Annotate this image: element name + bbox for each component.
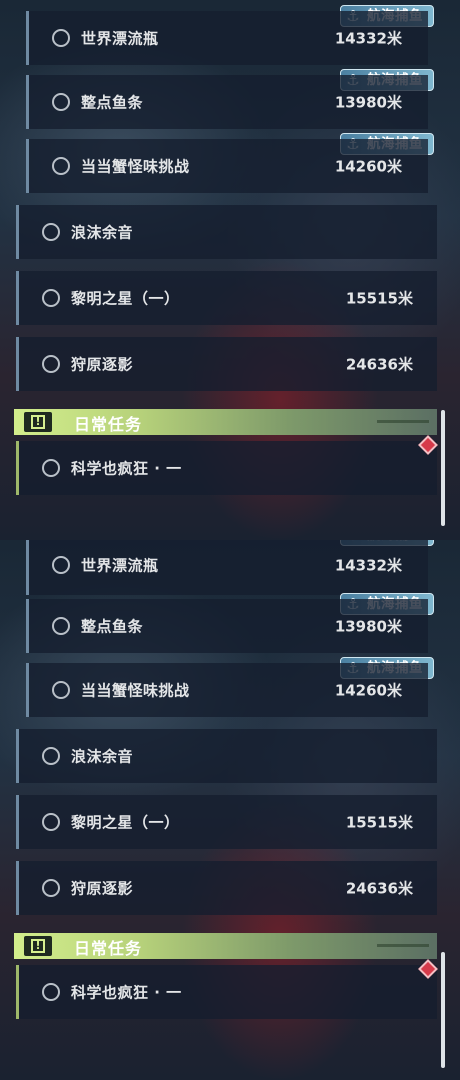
quest-row-crazy-science[interactable]: 科学也疯狂 · 一 <box>16 965 437 1019</box>
quest-row-crab-challenge[interactable]: 当当蟹怪味挑战 14260米 <box>26 663 428 717</box>
quest-name: 整点鱼条 <box>81 93 144 112</box>
quest-row-hourly-fish[interactable]: 整点鱼条 13980米 <box>26 599 428 653</box>
quest-distance: 14260米 <box>334 157 402 176</box>
quest-status-circle-icon <box>52 93 70 111</box>
quest-status-circle-icon <box>52 29 70 47</box>
quest-row-hunting-shadow[interactable]: 狩原逐影 24636米 <box>16 861 437 915</box>
quest-name: 世界漂流瓶 <box>81 556 159 575</box>
quest-name: 浪沫余音 <box>71 747 134 766</box>
daily-tasks-header[interactable]: ! 日常任务 <box>14 933 437 959</box>
quest-name: 狩原逐影 <box>71 879 134 898</box>
quest-status-circle-icon <box>42 813 60 831</box>
quest-name: 黎明之星（一） <box>71 813 180 832</box>
quest-list-panel: ⚓ 航海捕鱼 世界漂流瓶 14332米 ⚓ 航海捕鱼 整点鱼条 13980米 ⚓… <box>0 0 460 540</box>
quest-distance: 15515米 <box>345 289 413 308</box>
quest-status-circle-icon <box>42 459 60 477</box>
quest-status-circle-icon <box>42 747 60 765</box>
quest-status-circle-icon <box>52 157 70 175</box>
quest-distance: 24636米 <box>345 879 413 898</box>
quest-status-circle-icon <box>42 355 60 373</box>
quest-name: 整点鱼条 <box>81 617 144 636</box>
quest-distance: 15515米 <box>345 813 413 832</box>
daily-tasks-title: 日常任务 <box>74 415 143 434</box>
quest-status-circle-icon <box>52 617 70 635</box>
quest-row-foam-echo[interactable]: 浪沫余音 <box>16 205 437 259</box>
quest-status-circle-icon <box>42 223 60 241</box>
quest-distance: 14332米 <box>334 556 402 575</box>
quest-row-hunting-shadow[interactable]: 狩原逐影 24636米 <box>16 337 437 391</box>
exclamation-icon: ! <box>24 412 52 432</box>
header-decoration <box>377 944 429 947</box>
quest-distance: 13980米 <box>334 617 402 636</box>
quest-row-dawn-star[interactable]: 黎明之星（一） 15515米 <box>16 271 437 325</box>
exclamation-icon: ! <box>24 936 52 956</box>
quest-name: 黎明之星（一） <box>71 289 180 308</box>
scrollbar-thumb[interactable] <box>441 952 445 1068</box>
quest-name: 当当蟹怪味挑战 <box>81 681 190 700</box>
quest-name: 科学也疯狂 · 一 <box>71 983 182 1002</box>
quest-status-circle-icon <box>52 681 70 699</box>
header-decoration <box>377 420 429 423</box>
quest-row-world-bottle[interactable]: 世界漂流瓶 14332米 <box>26 11 428 65</box>
quest-status-circle-icon <box>52 556 70 574</box>
quest-row-crab-challenge[interactable]: 当当蟹怪味挑战 14260米 <box>26 139 428 193</box>
quest-name: 当当蟹怪味挑战 <box>81 157 190 176</box>
quest-distance: 14260米 <box>334 681 402 700</box>
scrollbar-thumb[interactable] <box>441 410 445 526</box>
quest-distance: 24636米 <box>345 355 413 374</box>
quest-name: 浪沫余音 <box>71 223 134 242</box>
quest-status-circle-icon <box>42 879 60 897</box>
quest-name: 世界漂流瓶 <box>81 29 159 48</box>
quest-list-panel: ⚓ 航海捕鱼 世界漂流瓶 14332米 ⚓ 航海捕鱼 整点鱼条 13980米 ⚓… <box>0 540 460 1080</box>
quest-distance: 13980米 <box>334 93 402 112</box>
quest-row-world-bottle[interactable]: 世界漂流瓶 14332米 <box>26 540 428 595</box>
quest-name: 科学也疯狂 · 一 <box>71 459 182 478</box>
daily-tasks-title: 日常任务 <box>74 939 143 958</box>
quest-row-foam-echo[interactable]: 浪沫余音 <box>16 729 437 783</box>
quest-status-circle-icon <box>42 983 60 1001</box>
quest-distance: 14332米 <box>334 29 402 48</box>
quest-row-crazy-science[interactable]: 科学也疯狂 · 一 <box>16 441 437 495</box>
quest-row-dawn-star[interactable]: 黎明之星（一） 15515米 <box>16 795 437 849</box>
quest-row-hourly-fish[interactable]: 整点鱼条 13980米 <box>26 75 428 129</box>
quest-name: 狩原逐影 <box>71 355 134 374</box>
quest-status-circle-icon <box>42 289 60 307</box>
daily-tasks-header[interactable]: ! 日常任务 <box>14 409 437 435</box>
